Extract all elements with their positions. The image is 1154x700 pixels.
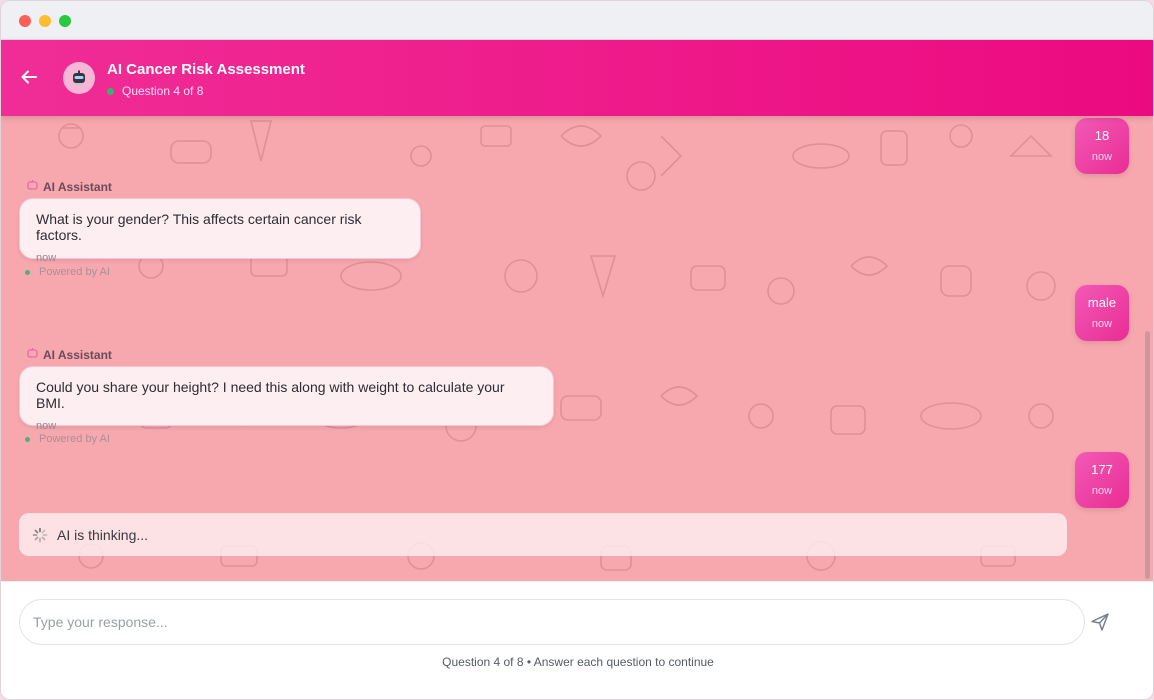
chat-header: AI Cancer Risk Assessment Question 4 of … — [1, 40, 1153, 116]
question-progress: Question 4 of 8 — [107, 84, 203, 98]
window-titlebar — [1, 1, 1153, 40]
ai-sender-name: AI Assistant — [43, 180, 112, 194]
ai-message: Could you share your height? I need this… — [19, 366, 554, 432]
powered-by-label: Powered by AI — [39, 266, 110, 278]
powered-by-ai: Powered by AI — [25, 433, 110, 445]
maximize-window-button[interactable] — [59, 15, 71, 27]
response-input[interactable] — [19, 599, 1085, 645]
loading-spinner-icon — [32, 527, 48, 542]
user-message-text: 18 — [1094, 128, 1110, 143]
question-progress-label: Question 4 of 8 — [122, 84, 204, 98]
user-message: 18 now — [1075, 118, 1129, 174]
helper-text: Question 4 of 8 • Answer each question t… — [442, 655, 714, 669]
ai-message-text: Could you share your height? I need this… — [36, 379, 505, 411]
user-message-text: 177 — [1091, 462, 1113, 477]
robot-icon — [27, 348, 38, 362]
online-status-dot — [107, 87, 114, 95]
ai-sender-label: AI Assistant — [27, 348, 112, 362]
user-message: 177 now — [1075, 452, 1129, 508]
chat-area[interactable]: 18 now AI Assistant What is your gender?… — [1, 116, 1153, 581]
status-dot — [25, 436, 30, 442]
user-message-time: now — [1091, 485, 1113, 497]
user-message-time: now — [1091, 151, 1113, 163]
doodle-background-pattern — [46, 120, 1056, 571]
user-message-text: male — [1087, 295, 1117, 310]
ai-sender-name: AI Assistant — [43, 348, 112, 362]
chat-scrollbar[interactable] — [1145, 331, 1150, 579]
ai-thinking-indicator: AI is thinking... — [19, 513, 1067, 556]
ai-message-time: now — [36, 252, 57, 264]
thinking-label: AI is thinking... — [57, 526, 149, 543]
powered-by-ai: Powered by AI — [25, 266, 110, 278]
back-arrow-icon[interactable] — [18, 66, 40, 88]
powered-by-label: Powered by AI — [39, 433, 110, 445]
close-window-button[interactable] — [19, 15, 31, 27]
app-window: AI Cancer Risk Assessment Question 4 of … — [0, 0, 1154, 700]
status-dot — [25, 269, 30, 275]
user-message: male now — [1075, 285, 1129, 341]
robot-icon — [73, 70, 85, 86]
ai-sender-label: AI Assistant — [27, 180, 112, 194]
robot-icon — [27, 180, 38, 194]
page-title: AI Cancer Risk Assessment — [107, 61, 305, 78]
send-icon[interactable] — [1089, 611, 1111, 633]
bot-avatar — [63, 62, 95, 94]
ai-message-time: now — [36, 420, 57, 432]
ai-message: What is your gender? This affects certai… — [19, 198, 421, 264]
minimize-window-button[interactable] — [39, 15, 51, 27]
ai-message-text: What is your gender? This affects certai… — [36, 211, 362, 243]
composer: Question 4 of 8 • Answer each question t… — [1, 581, 1153, 699]
user-message-time: now — [1091, 318, 1113, 330]
